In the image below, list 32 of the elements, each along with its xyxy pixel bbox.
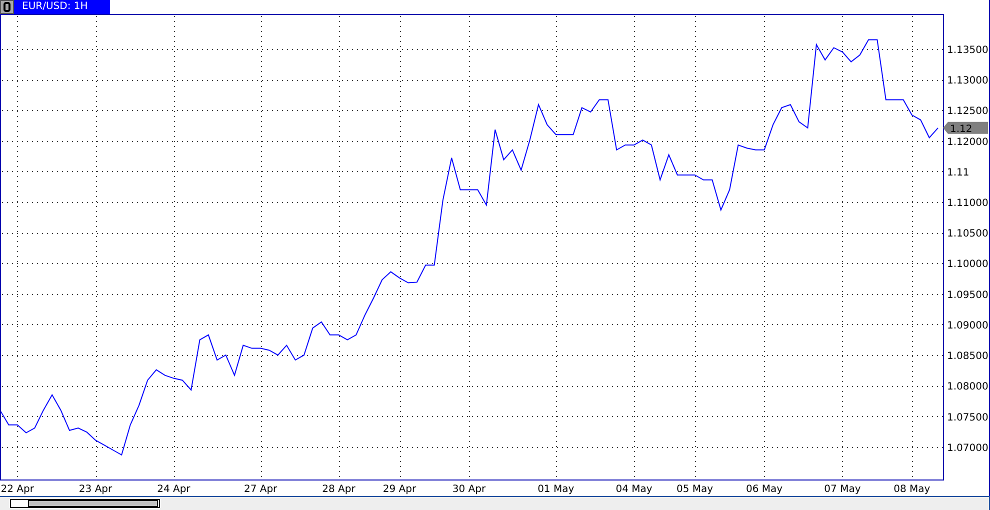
axis-label: 1.10500 [947, 228, 988, 240]
axis-label: 28 Apr [322, 484, 356, 495]
axis-label: 1.09000 [947, 320, 988, 332]
axis-label: 1.11000 [947, 198, 988, 209]
axis-label: 1.13500 [947, 44, 988, 56]
axis-label: 1.07500 [947, 412, 988, 424]
axis-label: 1.08000 [947, 382, 988, 393]
axis-label: 1.10000 [947, 259, 988, 270]
axis-label: 23 Apr [78, 484, 112, 495]
axis-label: 29 Apr [382, 484, 416, 495]
axis-label: 24 Apr [157, 484, 190, 495]
axis-label: 06 May [746, 484, 783, 495]
axis-label: 1.07000 [947, 442, 988, 454]
axis-label: 1.13000 [947, 76, 988, 87]
scrollbar-track[interactable] [10, 499, 160, 508]
price-marker: 1.12 [943, 122, 988, 135]
scrollbar-thumb[interactable] [28, 500, 158, 507]
axis-label: 27 Apr [244, 484, 278, 495]
axis-label: 1.11 [947, 167, 970, 178]
axis-label: 1.08500 [947, 351, 988, 362]
axis-label: 08 May [894, 484, 930, 495]
window-menu-button[interactable] [0, 0, 14, 14]
axis-label: 1.09500 [947, 290, 988, 301]
axis-label: 04 May [616, 484, 652, 495]
axis-label: 01 May [538, 484, 574, 495]
axis-label: 1.12500 [947, 106, 988, 118]
axis-label: 07 May [824, 484, 861, 495]
axis-label: 05 May [676, 484, 714, 495]
axis-label: 30 Apr [452, 484, 486, 495]
axis-label: 1.12000 [947, 136, 988, 148]
axis-label: 22 Apr [0, 484, 34, 495]
chart-title-tab[interactable]: EUR/USD: 1H [14, 0, 110, 14]
